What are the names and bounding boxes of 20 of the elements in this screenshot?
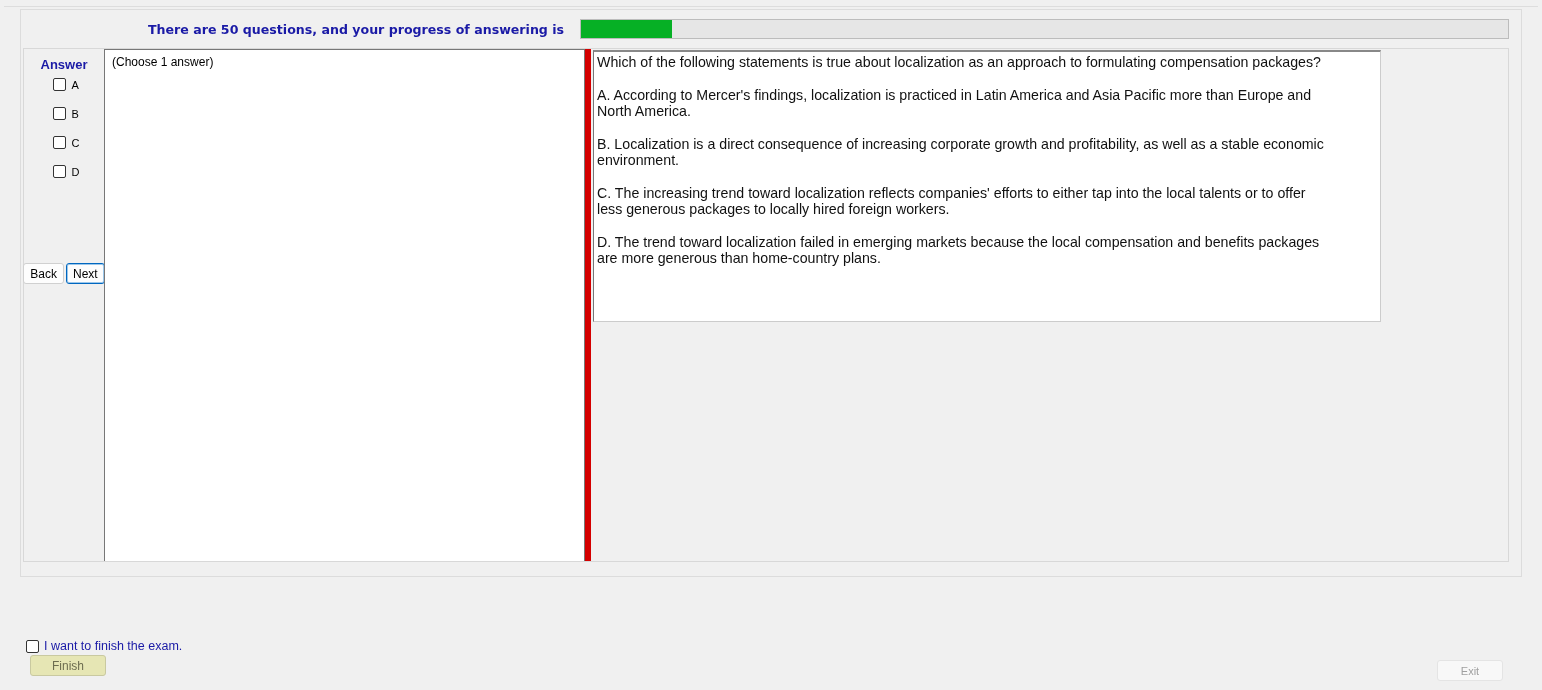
finish-label: I want to finish the exam. — [44, 639, 183, 653]
option-label: A — [71, 78, 79, 91]
progress-label: There are 50 questions, and your progress of answering is — [148, 21, 565, 37]
question-text: Which of the following statements is true about localization as an approach to formulating compensation packages? — [597, 54, 1322, 71]
finish-checkbox[interactable] — [26, 639, 39, 653]
choice-hint: (Choose 1 answer) — [112, 55, 214, 69]
option-label: B — [71, 107, 79, 120]
answer-checkbox[interactable] — [52, 78, 66, 91]
option-label: C — [71, 136, 80, 149]
answer-checkbox[interactable] — [52, 107, 66, 120]
answer-checkbox[interactable] — [52, 136, 66, 149]
question-text: B. Localization is a direct consequence of increasing corporate growth and profitability, as well as a stable economic environment. — [597, 135, 1325, 169]
back-button[interactable]: Back — [23, 263, 64, 284]
answer-heading: Answer — [40, 57, 88, 72]
question-text: D. The trend toward localization failed in emerging markets because the local compensation and benefits packages are more generous than home-country plans. — [597, 233, 1321, 267]
next-button[interactable]: Next — [66, 263, 105, 284]
question-text: C. The increasing trend toward localization reflects companies' efforts to either tap into the local talents or to offer less generous packages to locally hired foreign workers. — [597, 184, 1307, 218]
option-label: D — [71, 165, 80, 178]
question-text: A. According to Mercer's findings, localization is practiced in Latin America and Asia Pacific more than Europe and North America. — [597, 86, 1313, 120]
answer-checkbox[interactable] — [52, 165, 66, 178]
